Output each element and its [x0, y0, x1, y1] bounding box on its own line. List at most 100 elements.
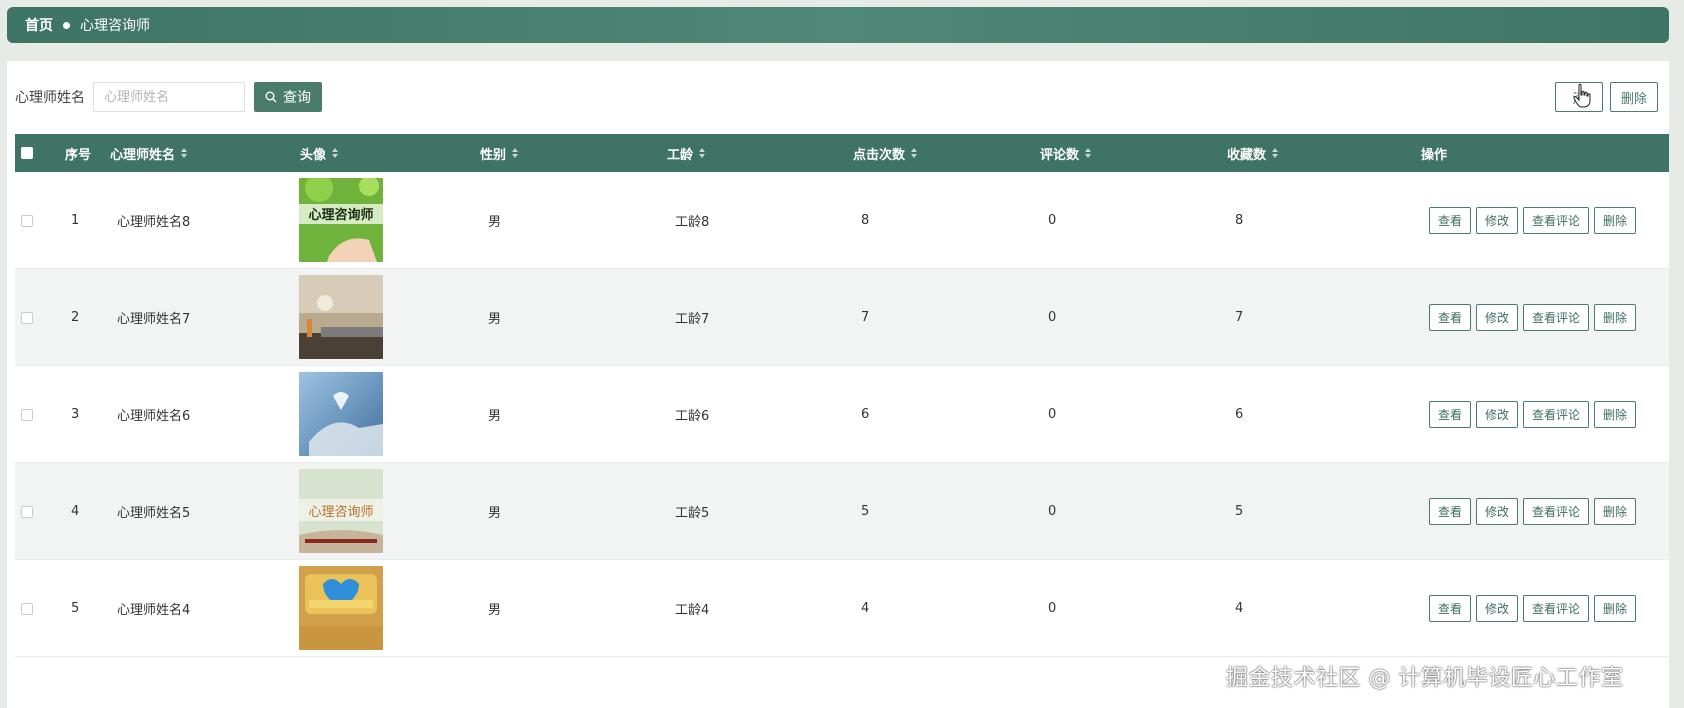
sort-icon[interactable]: [181, 148, 188, 158]
row-actions: 查看 修改 查看评论 删除: [1429, 463, 1637, 560]
edit-button[interactable]: 修改: [1476, 595, 1519, 622]
row-index: 3: [71, 407, 80, 422]
row-select-cell: [21, 463, 33, 560]
row-actions: 查看 修改 查看评论 删除: [1429, 560, 1637, 657]
watermark: 掘金技术社区 @ 计算机毕设匠心工作室: [1226, 666, 1624, 691]
sort-icon[interactable]: [699, 148, 706, 158]
header-actions-label: 操作: [1421, 147, 1448, 163]
row-checkbox[interactable]: [21, 408, 33, 421]
table-header: 序号 心理师姓名 头像 性别 工龄 点击次数 评论数 收藏数 操作: [15, 134, 1669, 172]
row-favorites: 8: [1235, 213, 1244, 228]
header-clicks[interactable]: 点击次数: [853, 134, 918, 172]
row-checkbox[interactable]: [21, 311, 33, 324]
search-label: 心理师姓名: [15, 90, 85, 106]
sort-icon[interactable]: [512, 148, 519, 158]
table-row: 1 心理师姓名8 心理咨询师 男 工龄8 8 0 8 查看 修改 查看评论 删除: [15, 172, 1669, 269]
row-gender: 男: [488, 215, 502, 230]
avatar: 心理咨询师: [299, 469, 383, 553]
header-avatar[interactable]: 头像: [300, 134, 339, 172]
row-comments: 0: [1048, 310, 1057, 325]
row-comments: 0: [1048, 504, 1057, 519]
header-clicks-label: 点击次数: [853, 147, 906, 163]
header-avatar-label: 头像: [300, 147, 327, 163]
header-favorites-label: 收藏数: [1227, 147, 1267, 163]
row-seniority: 工龄7: [675, 312, 710, 327]
view-comments-button[interactable]: 查看评论: [1523, 498, 1590, 525]
batch-delete-button[interactable]: 删除: [1610, 82, 1658, 112]
sort-icon[interactable]: [332, 148, 339, 158]
view-button[interactable]: 查看: [1429, 595, 1472, 622]
header-favorites[interactable]: 收藏数: [1227, 134, 1279, 172]
row-select-cell: [21, 366, 33, 463]
table-row: 5 心理师姓名4 男 工龄4 4 0 4 查看 修改 查看评论 删除: [15, 560, 1669, 657]
row-favorites: 7: [1235, 310, 1244, 325]
batch-delete-button-label: 删除: [1620, 91, 1647, 107]
add-button[interactable]: 添: [1555, 82, 1603, 112]
row-checkbox[interactable]: [21, 505, 33, 518]
edit-button[interactable]: 修改: [1476, 304, 1519, 331]
view-button[interactable]: 查看: [1429, 498, 1472, 525]
delete-button[interactable]: 删除: [1594, 401, 1637, 428]
delete-button[interactable]: 删除: [1594, 595, 1637, 622]
row-name: 心理师姓名8: [117, 215, 191, 230]
view-comments-button[interactable]: 查看评论: [1523, 207, 1590, 234]
row-name: 心理师姓名4: [117, 603, 191, 618]
header-gender-label: 性别: [480, 147, 507, 163]
header-comments[interactable]: 评论数: [1040, 134, 1092, 172]
row-comments: 0: [1048, 601, 1057, 616]
row-comments: 0: [1048, 213, 1057, 228]
view-button[interactable]: 查看: [1429, 401, 1472, 428]
header-gender[interactable]: 性别: [480, 134, 519, 172]
row-clicks: 6: [861, 407, 870, 422]
row-checkbox[interactable]: [21, 602, 33, 615]
row-select-cell: [21, 172, 33, 269]
content-panel: 心理师姓名 查询 添 删除 序号 心理师姓名 头像 性别 工龄 点击次数 评论数…: [7, 61, 1669, 708]
view-comments-button[interactable]: 查看评论: [1523, 401, 1590, 428]
svg-text:心理咨询师: 心理咨询师: [308, 207, 373, 223]
breadcrumb-separator-dot: [63, 21, 70, 29]
delete-button[interactable]: 删除: [1594, 207, 1637, 234]
avatar: [299, 275, 383, 359]
breadcrumb-current: 心理咨询师: [80, 18, 150, 34]
header-seniority-label: 工龄: [667, 147, 694, 163]
header-index: 序号: [65, 134, 91, 172]
search-input[interactable]: [93, 82, 245, 112]
row-clicks: 5: [861, 504, 870, 519]
edit-button[interactable]: 修改: [1476, 207, 1519, 234]
row-clicks: 8: [861, 213, 870, 228]
view-button[interactable]: 查看: [1429, 304, 1472, 331]
row-gender: 男: [488, 409, 502, 424]
row-seniority: 工龄6: [675, 409, 710, 424]
row-index: 2: [71, 310, 80, 325]
breadcrumb: 首页 心理咨询师: [7, 7, 1669, 43]
row-favorites: 5: [1235, 504, 1244, 519]
header-comments-label: 评论数: [1040, 147, 1080, 163]
row-comments: 0: [1048, 407, 1057, 422]
header-actions: 操作: [1421, 134, 1447, 172]
svg-text:心理咨询师: 心理咨询师: [308, 505, 373, 520]
row-actions: 查看 修改 查看评论 删除: [1429, 172, 1637, 269]
header-name-label: 心理师姓名: [110, 147, 176, 163]
row-checkbox[interactable]: [21, 214, 33, 227]
delete-button[interactable]: 删除: [1594, 304, 1637, 331]
sort-icon[interactable]: [1085, 148, 1092, 158]
edit-button[interactable]: 修改: [1476, 498, 1519, 525]
row-seniority: 工龄5: [675, 506, 710, 521]
view-comments-button[interactable]: 查看评论: [1523, 595, 1590, 622]
edit-button[interactable]: 修改: [1476, 401, 1519, 428]
row-clicks: 4: [861, 601, 870, 616]
breadcrumb-home[interactable]: 首页: [25, 15, 53, 35]
header-seniority[interactable]: 工龄: [667, 134, 706, 172]
table-row: 4 心理师姓名5 心理咨询师 男 工龄5 5 0 5 查看 修改 查看评论 删除: [15, 463, 1669, 560]
row-clicks: 7: [861, 310, 870, 325]
row-index: 5: [71, 601, 80, 616]
sort-icon[interactable]: [911, 148, 918, 158]
sort-icon[interactable]: [1272, 148, 1279, 158]
header-name[interactable]: 心理师姓名: [110, 134, 188, 172]
search-button[interactable]: 查询: [254, 82, 322, 112]
avatar: 心理咨询师: [299, 178, 383, 262]
view-button[interactable]: 查看: [1429, 207, 1472, 234]
delete-button[interactable]: 删除: [1594, 498, 1637, 525]
view-comments-button[interactable]: 查看评论: [1523, 304, 1590, 331]
select-all-checkbox[interactable]: [21, 147, 33, 159]
